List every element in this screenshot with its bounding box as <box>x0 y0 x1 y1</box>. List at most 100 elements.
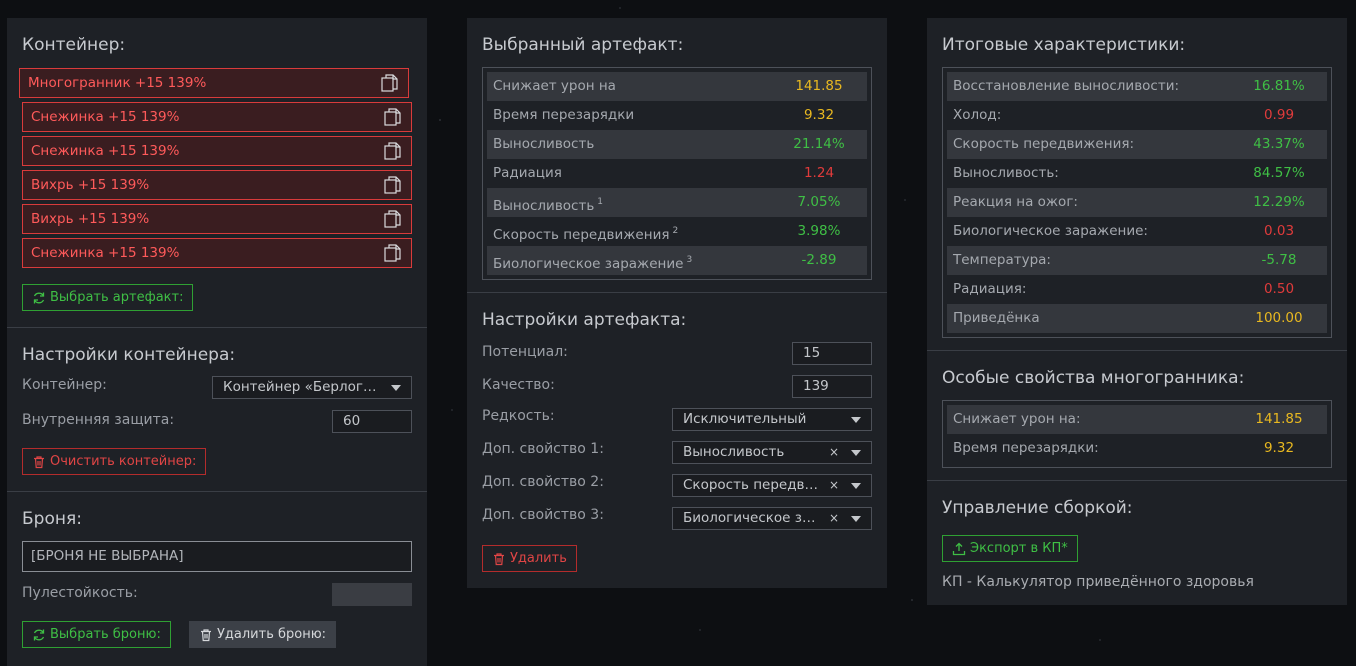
copy-icon[interactable] <box>383 141 403 161</box>
stat-value: 21.14% <box>793 136 845 152</box>
stat-name: Снижает урон на: <box>953 411 1081 427</box>
quality-input[interactable]: 139 <box>792 375 872 398</box>
prop3-label: Доп. свойство 3: <box>482 507 604 523</box>
armor-value: [БРОНЯ НЕ ВЫБРАНА] <box>31 548 184 564</box>
artifact-slot-label: Снежинка +15 139% <box>31 143 180 159</box>
stat-row: Реакция на ожог: 12.29% <box>947 188 1327 217</box>
stat-row: Биологическое заражение: 0.03 <box>947 217 1327 246</box>
potential-input[interactable]: 15 <box>792 342 872 365</box>
footnote: КП - Калькулятор приведённого здоровья <box>942 574 1254 590</box>
stat-value: 3.98% <box>797 223 841 239</box>
potential-label: Потенциал: <box>482 344 568 360</box>
export-button[interactable]: Экспорт в КП* <box>942 535 1078 562</box>
prop1-select[interactable]: Выносливость × <box>672 441 872 464</box>
stat-row: Радиация: 0.50 <box>947 275 1327 304</box>
stat-name: Скорость передвижения: <box>953 136 1135 152</box>
export-label: Экспорт в КП* <box>970 541 1068 556</box>
stat-value: 0.50 <box>1263 281 1295 297</box>
quality-label: Качество: <box>482 377 555 393</box>
artifact-slot-6[interactable]: Снежинка +15 139% <box>22 238 412 268</box>
clear-container-button[interactable]: Очистить контейнер: <box>22 448 207 475</box>
stat-value: 9.32 <box>803 107 835 123</box>
select-artifact-button[interactable]: Выбрать артефакт: <box>22 284 194 311</box>
artifact-slot-5[interactable]: Вихрь +15 139% <box>22 204 412 234</box>
bullet-resistance-input[interactable] <box>332 583 412 606</box>
delete-artifact-button[interactable]: Удалить <box>482 545 577 572</box>
artifact-slot-1[interactable]: Многогранник +15 139% <box>19 68 409 98</box>
stat-value: 141.85 <box>1255 411 1303 427</box>
stat-value: 0.99 <box>1263 107 1295 123</box>
chevron-down-icon <box>851 450 861 456</box>
container-settings-title: Настройки контейнера: <box>22 345 236 365</box>
divider <box>927 350 1347 351</box>
prop3-select[interactable]: Биологическое за... × <box>672 507 872 530</box>
container-title: Контейнер: <box>22 35 126 55</box>
copy-icon[interactable] <box>380 73 400 93</box>
stat-name: Выносливость: <box>953 165 1059 181</box>
stat-value: 0.03 <box>1263 223 1295 239</box>
copy-icon[interactable] <box>383 209 403 229</box>
stat-name: Выносливость <box>493 136 595 152</box>
stat-name: Снижает урон на <box>493 78 616 94</box>
copy-icon[interactable] <box>383 107 403 127</box>
artifact-slot-2[interactable]: Снежинка +15 139% <box>22 102 412 132</box>
special-stats: Снижает урон на: 141.85 Время перезарядки… <box>942 400 1332 468</box>
stat-footnote-mark: 2 <box>672 226 679 236</box>
stat-value: 43.37% <box>1253 136 1305 152</box>
stat-row: Время перезарядки 9.32 <box>487 101 867 130</box>
protection-label: Внутренняя защита: <box>22 412 175 428</box>
stat-name: Температура: <box>953 252 1051 268</box>
chevron-down-icon <box>851 417 861 423</box>
upload-icon <box>952 542 966 555</box>
protection-input[interactable]: 60 <box>332 410 412 433</box>
stat-row: Выносливость 1 7.05% <box>487 188 867 217</box>
stat-value: -2.89 <box>801 252 837 268</box>
copy-icon[interactable] <box>383 175 403 195</box>
stat-row: Снижает урон на: 141.85 <box>947 405 1327 434</box>
protection-value: 60 <box>343 413 361 429</box>
stat-row: Снижает урон на 141.85 <box>487 72 867 101</box>
copy-icon[interactable] <box>383 243 403 263</box>
rarity-select-value: Исключительный <box>683 411 807 427</box>
special-title: Особые свойства многогранника: <box>942 368 1245 388</box>
stat-row: Холод: 0.99 <box>947 101 1327 130</box>
right-panel: Итоговые характеристики: Восстановление … <box>927 18 1347 605</box>
middle-panel: Выбранный артефакт: Снижает урон на 141.… <box>467 18 887 588</box>
artifact-slot-label: Снежинка +15 139% <box>31 245 180 261</box>
stat-name: Время перезарядки <box>493 107 635 123</box>
select-artifact-label: Выбрать артефакт: <box>50 290 184 305</box>
stat-footnote-mark: 1 <box>597 197 604 207</box>
container-select[interactable]: Контейнер «Берлога... <box>212 376 412 399</box>
stat-value: 12.29% <box>1253 194 1305 210</box>
rarity-select[interactable]: Исключительный <box>672 408 872 431</box>
prop2-select[interactable]: Скорость передви... × <box>672 474 872 497</box>
container-select-value: Контейнер «Берлога... <box>223 379 385 395</box>
stat-name: Биологическое заражение: <box>953 223 1148 239</box>
clear-icon[interactable]: × <box>829 442 839 463</box>
artifact-slot-label: Многогранник +15 139% <box>28 75 207 91</box>
stat-name: Время перезарядки: <box>953 440 1099 456</box>
rarity-label: Редкость: <box>482 408 555 424</box>
divider <box>927 480 1347 481</box>
delete-armor-button[interactable]: Удалить броню: <box>189 621 337 648</box>
chevron-down-icon <box>851 516 861 522</box>
stat-row: Выносливость 21.14% <box>487 130 867 159</box>
select-armor-button[interactable]: Выбрать броню: <box>22 621 171 648</box>
stat-value: 9.32 <box>1263 440 1295 456</box>
armor-field[interactable]: [БРОНЯ НЕ ВЫБРАНА] <box>22 541 412 572</box>
stat-name: Восстановление выносливости: <box>953 78 1180 94</box>
selected-artifact-title: Выбранный артефакт: <box>482 35 684 55</box>
clear-icon[interactable]: × <box>829 475 839 496</box>
stat-row: Скорость передвижения: 43.37% <box>947 130 1327 159</box>
stat-name: Холод: <box>953 107 1002 123</box>
stat-value: 1.24 <box>803 165 835 181</box>
prop1-select-value: Выносливость <box>683 444 785 460</box>
trash-icon <box>34 455 44 468</box>
artifact-slot-3[interactable]: Снежинка +15 139% <box>22 136 412 166</box>
artifact-slot-label: Снежинка +15 139% <box>31 109 180 125</box>
stat-value: 16.81% <box>1253 78 1305 94</box>
artifact-slot-4[interactable]: Вихрь +15 139% <box>22 170 412 200</box>
totals-title: Итоговые характеристики: <box>942 35 1186 55</box>
container-label: Контейнер: <box>22 377 107 393</box>
clear-icon[interactable]: × <box>829 508 839 529</box>
